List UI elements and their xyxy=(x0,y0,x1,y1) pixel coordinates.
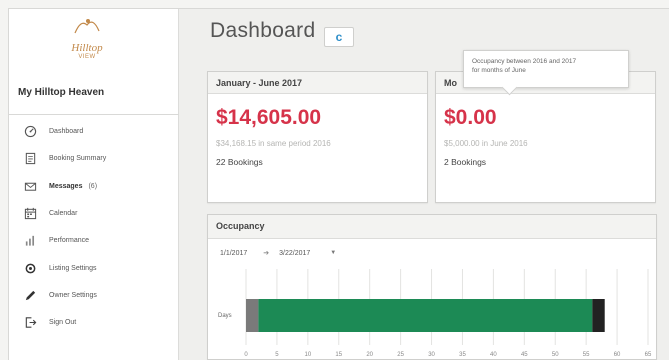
occupancy-chart: 0 5 10 15 20 25 30 35 40 45 50 55 60 65 Days xyxy=(208,265,658,360)
messages-count-badge: (6) xyxy=(88,182,98,190)
chart-tick-label: 60 xyxy=(614,352,621,358)
calendar-icon xyxy=(23,207,37,221)
sign-out-icon xyxy=(23,316,37,330)
end-date-field[interactable]: 3/22/2017 xyxy=(275,250,314,257)
gear-icon xyxy=(23,261,37,275)
page-title: Dashboard xyxy=(210,19,316,42)
sidebar-item-owner-settings[interactable]: Owner Settings xyxy=(9,282,179,309)
chart-tick-label: 40 xyxy=(490,352,497,358)
chart-tick-label: 10 xyxy=(305,352,312,358)
logo[interactable]: Hilltop VIEW xyxy=(57,15,117,65)
logo-subtext: VIEW xyxy=(78,54,96,60)
bookings-count: 22 Bookings xyxy=(216,157,263,167)
logo-mark-icon xyxy=(74,19,100,34)
revenue-amount: $0.00 xyxy=(444,106,497,129)
dashboard-icon xyxy=(23,125,37,139)
booking-summary-icon xyxy=(23,152,37,166)
chart-tick-label: 30 xyxy=(428,352,435,358)
sidebar-nav: Dashboard Booking Summary Messages (6) C… xyxy=(9,118,179,336)
bookings-count: 2 Bookings xyxy=(444,157,487,167)
chart-tick-label: 55 xyxy=(583,352,590,358)
bar-chart-icon xyxy=(23,234,37,248)
sidebar-item-label: Calendar xyxy=(49,210,78,218)
revenue-comparison: $34,168.15 in same period 2016 xyxy=(216,139,331,148)
sidebar-item-label: Performance xyxy=(49,237,90,245)
tooltip: Occupancy between 2016 and 2017 for mont… xyxy=(463,50,629,88)
chart-tick-label: 45 xyxy=(521,352,528,358)
sidebar-item-calendar[interactable]: Calendar xyxy=(9,200,179,227)
revenue-comparison: $5,000.00 in June 2016 xyxy=(444,139,528,148)
revenue-card-half-year: January - June 2017 $14,605.00 $34,168.1… xyxy=(207,71,428,203)
nav-divider xyxy=(9,114,179,115)
occupancy-chart-svg: 0 5 10 15 20 25 30 35 40 45 50 55 60 65 Days xyxy=(218,269,652,358)
property-name: My Hilltop Heaven xyxy=(18,87,105,98)
card-header: January - June 2017 xyxy=(208,72,427,94)
pencil-icon xyxy=(23,288,37,302)
chart-row-label: Days xyxy=(218,313,232,319)
chart-tick-label: 35 xyxy=(459,352,466,358)
sidebar-item-messages[interactable]: Messages (6) xyxy=(9,173,179,200)
date-range-picker: 1/1/2017 ➔ 3/22/2017 ▼ xyxy=(216,249,336,258)
occupancy-card: Occupancy 1/1/2017 ➔ 3/22/2017 ▼ 0 5 10 15 2… xyxy=(207,214,657,360)
arrow-right-icon: ➔ xyxy=(263,250,270,257)
logo-text: Hilltop xyxy=(71,42,103,54)
sidebar-item-label: Sign Out xyxy=(49,319,77,327)
chart-tick-label: 50 xyxy=(552,352,559,358)
chart-tick-label: 20 xyxy=(366,352,373,358)
occupancy-bar-segment[interactable] xyxy=(258,299,593,332)
chart-tick-label: 0 xyxy=(244,352,248,358)
envelope-icon xyxy=(23,179,37,193)
start-date-field[interactable]: 1/1/2017 xyxy=(216,250,251,257)
sidebar-item-label: Dashboard xyxy=(49,128,84,136)
tooltip-line: Occupancy between 2016 and 2017 xyxy=(472,58,577,65)
sidebar: Hilltop VIEW My Hilltop Heaven Dashboard… xyxy=(9,9,179,360)
sidebar-item-label: Messages xyxy=(49,182,83,190)
sidebar-item-listing-settings[interactable]: Listing Settings xyxy=(9,254,179,281)
refresh-button[interactable]: c xyxy=(324,27,354,47)
sidebar-item-label: Listing Settings xyxy=(49,264,97,272)
revenue-amount: $14,605.00 xyxy=(216,106,322,129)
card-header: Occupancy xyxy=(208,215,656,239)
chart-tick-label: 15 xyxy=(335,352,342,358)
revenue-card-month: Mo $0.00 $5,000.00 in June 2016 2 Bookin… xyxy=(435,71,656,203)
sidebar-item-label: Owner Settings xyxy=(49,291,97,299)
sidebar-item-dashboard[interactable]: Dashboard xyxy=(9,118,179,145)
sidebar-item-sign-out[interactable]: Sign Out xyxy=(9,309,179,336)
chart-tick-label: 65 xyxy=(645,352,652,358)
sidebar-item-booking-summary[interactable]: Booking Summary xyxy=(9,145,179,172)
chart-tick-label: 5 xyxy=(275,352,279,358)
sidebar-item-performance[interactable]: Performance xyxy=(9,227,179,254)
chart-tick-label: 25 xyxy=(397,352,404,358)
tooltip-line: for months of June xyxy=(472,67,526,74)
sidebar-item-label: Booking Summary xyxy=(49,155,107,163)
occupancy-bar-segment[interactable] xyxy=(246,299,259,332)
occupancy-bar-segment[interactable] xyxy=(592,299,605,332)
chevron-down-icon[interactable]: ▼ xyxy=(330,250,336,256)
